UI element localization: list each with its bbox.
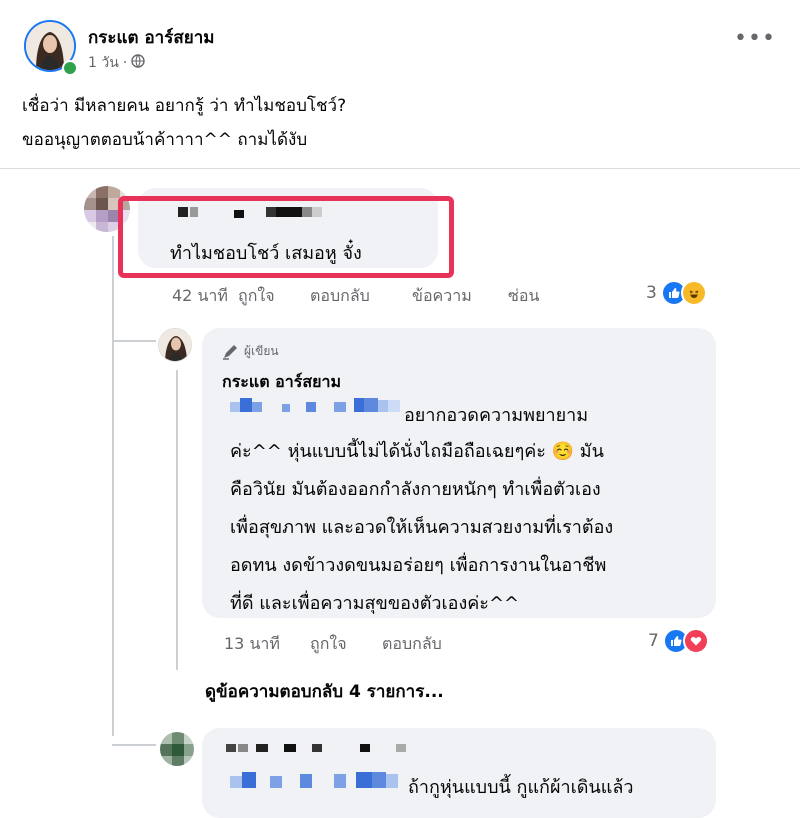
more-options-icon[interactable]: •••: [734, 28, 776, 50]
thread-line-inner: [176, 370, 178, 670]
comment-time[interactable]: 42 นาที: [172, 284, 238, 309]
online-status-dot: [62, 60, 78, 76]
reply-text-line: อดทน งดข้าวงดขนมอร่อยๆ เพื่อการงานในอาชี…: [230, 555, 607, 576]
avatar-portrait-icon: [159, 329, 191, 361]
reply-button[interactable]: ตอบกลับ: [382, 632, 442, 657]
like-button[interactable]: ถูกใจ: [310, 632, 382, 657]
reply-text-line: อยากอวดความพยายาม: [404, 405, 589, 426]
post-author-name[interactable]: กระแต อาร์สยาม: [88, 24, 214, 51]
reply-text-line: เพื่อสุขภาพ และอวดให้เห็นความสวยงามที่เร…: [230, 517, 614, 538]
reaction-count: 7: [648, 631, 659, 651]
post-meta: 1 วัน ·: [88, 52, 145, 74]
post-time[interactable]: 1 วัน: [88, 52, 119, 74]
reply-author-name[interactable]: กระแต อาร์สยาม: [222, 370, 341, 395]
reply-button[interactable]: ตอบกลับ: [310, 284, 412, 309]
haha-reaction-icon: [680, 280, 707, 306]
reply-reactions[interactable]: 7: [648, 628, 709, 654]
message-button[interactable]: ข้อความ: [412, 284, 508, 309]
pen-icon: [223, 344, 237, 360]
post-divider: [0, 168, 800, 169]
reply-text-line: ที่ดี และเพื่อความสุขของตัวเองค่ะ^^: [230, 593, 520, 614]
author-badge: ผู้เขียน: [222, 342, 279, 361]
globe-icon[interactable]: [131, 54, 145, 72]
reply-author-avatar[interactable]: [158, 328, 192, 362]
reply-text-line: คือวินัย มันต้องออกกำลังกายหนักๆ ทำเพื่อ…: [230, 479, 601, 500]
love-reaction-icon: [682, 628, 709, 654]
hide-button[interactable]: ซ่อน: [508, 284, 539, 309]
reaction-count: 3: [646, 283, 657, 303]
commenter-avatar-blurred[interactable]: [160, 732, 194, 766]
like-button[interactable]: ถูกใจ: [238, 284, 310, 309]
see-more-replies-link[interactable]: ดูข้อความตอบกลับ 4 รายการ...: [205, 678, 444, 705]
pixelated-avatar-icon: [160, 732, 194, 766]
author-badge-label: ผู้เขียน: [244, 344, 279, 358]
reply-text-line: ค่ะ^^ หุ่นแบบนี้ไม่ได้นั่งไถมือถือเฉยๆค่…: [230, 441, 604, 462]
thread-line: [112, 236, 114, 736]
comment-text: ถ้ากูหุ่นแบบนี้ กูแก้ผ้าเดินแล้ว: [408, 777, 634, 798]
post-text-line: เชื่อว่า มีหลายคน อยากรู้ ว่า ทำไมชอบโชว…: [22, 96, 347, 116]
reply-actions: 13 นาที ถูกใจ ตอบกลับ: [224, 632, 442, 657]
thread-connector: [112, 744, 156, 746]
post-text-line: ขออนุญาตตอบน้าค้าาาา^^ ถามได้งับ: [22, 130, 308, 150]
highlight-box: [118, 196, 454, 278]
comment-reactions[interactable]: 3: [646, 280, 707, 306]
reply-time[interactable]: 13 นาที: [224, 632, 310, 657]
comment-actions: 42 นาที ถูกใจ ตอบกลับ ข้อความ ซ่อน: [172, 284, 539, 309]
thread-connector: [112, 340, 156, 342]
meta-separator: ·: [122, 55, 128, 71]
